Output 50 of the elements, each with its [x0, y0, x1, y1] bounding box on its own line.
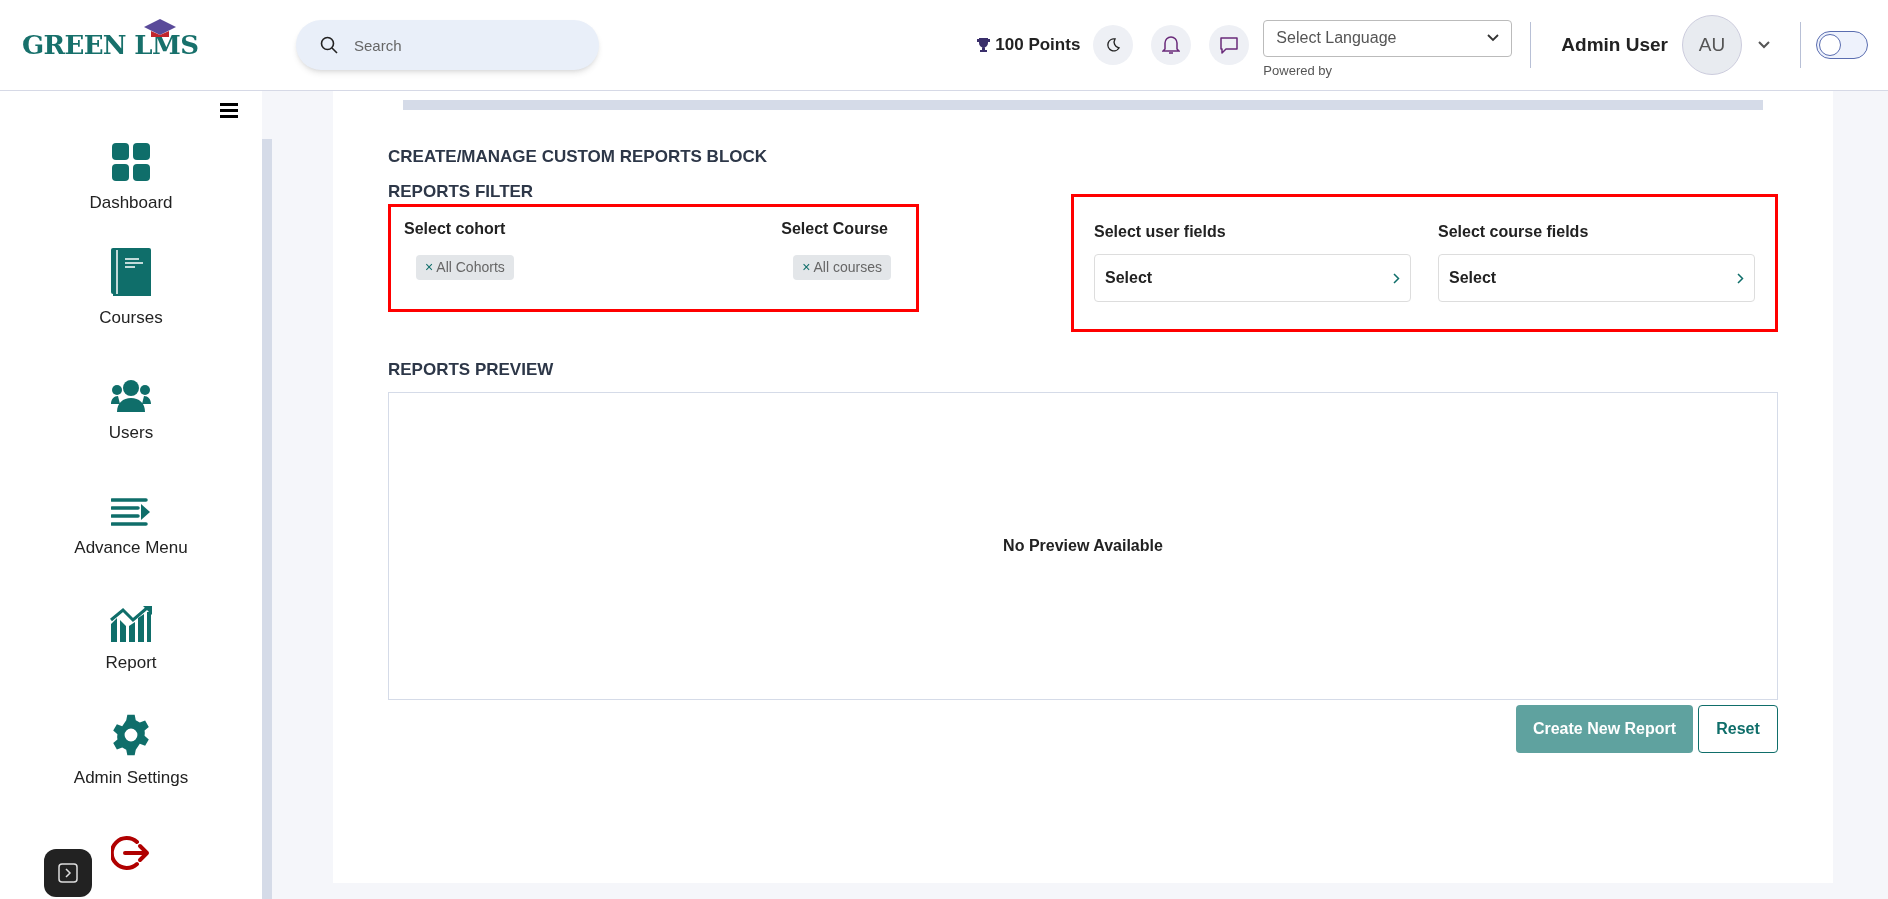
chevron-right-square-icon	[58, 863, 78, 883]
user-avatar[interactable]: AU	[1682, 15, 1742, 75]
search-icon	[320, 36, 338, 54]
sidebar-item[interactable]: Advance Menu	[74, 535, 188, 561]
book-icon	[109, 247, 153, 297]
page-title: CREATE/MANAGE CUSTOM REPORTS BLOCK	[388, 146, 769, 168]
chat-icon	[1219, 36, 1240, 54]
select-field[interactable]: Select	[1438, 254, 1755, 302]
filter-label: Select Course	[781, 219, 889, 239]
logo[interactable]: GREEN LMS	[22, 25, 199, 65]
filter-label: Select cohort	[404, 219, 507, 239]
user-name: Admin User	[1561, 32, 1668, 57]
messages-button[interactable]	[1209, 25, 1250, 65]
empty-preview-text: No Preview Available	[1003, 535, 1163, 556]
sidebar-item[interactable]: Users	[108, 420, 154, 446]
filter-tag[interactable]: × All courses	[793, 255, 891, 280]
scrollbar[interactable]	[262, 139, 272, 899]
grid-icon	[111, 142, 151, 182]
toggle-switch[interactable]	[1816, 31, 1868, 59]
reset-button[interactable]: Reset	[1698, 704, 1778, 753]
points-label: 100 Points	[995, 34, 1081, 57]
list-arrow-icon	[111, 497, 151, 527]
dark-mode-button[interactable]	[1093, 25, 1134, 65]
search-field[interactable]: Search	[296, 20, 599, 70]
scrollbar[interactable]	[403, 100, 1763, 110]
sidebar-item[interactable]: Report	[105, 650, 157, 676]
sidebar-item[interactable]: Courses	[99, 305, 163, 331]
language-select[interactable]: Select Language	[1263, 19, 1513, 57]
bell-icon	[1162, 35, 1181, 55]
chevron-down-icon[interactable]	[1758, 41, 1770, 49]
logout-icon	[111, 834, 151, 872]
powered-by-text: Powered by	[1263, 61, 1333, 80]
filter-tag[interactable]: × All Cohorts	[416, 255, 514, 280]
field-label: Select course fields	[1438, 222, 1590, 242]
section-title: REPORTS PREVIEW	[388, 359, 555, 381]
notifications-button[interactable]	[1151, 25, 1192, 65]
chevron-right-icon	[1737, 272, 1744, 284]
field-label: Select user fields	[1094, 222, 1227, 242]
select-field[interactable]: Select	[1094, 254, 1411, 302]
menu-icon[interactable]	[220, 103, 238, 118]
moon-icon	[1105, 37, 1122, 53]
chevron-right-icon	[1393, 272, 1400, 284]
users-icon	[111, 378, 151, 412]
expand-button[interactable]	[44, 849, 92, 897]
trophy-icon	[976, 37, 992, 53]
sidebar-item[interactable]: Dashboard	[89, 190, 173, 216]
section-title: REPORTS FILTER	[388, 180, 535, 203]
chevron-down-icon	[1487, 34, 1500, 43]
chart-icon	[109, 606, 153, 642]
sidebar-item[interactable]: Admin Settings	[73, 765, 189, 791]
